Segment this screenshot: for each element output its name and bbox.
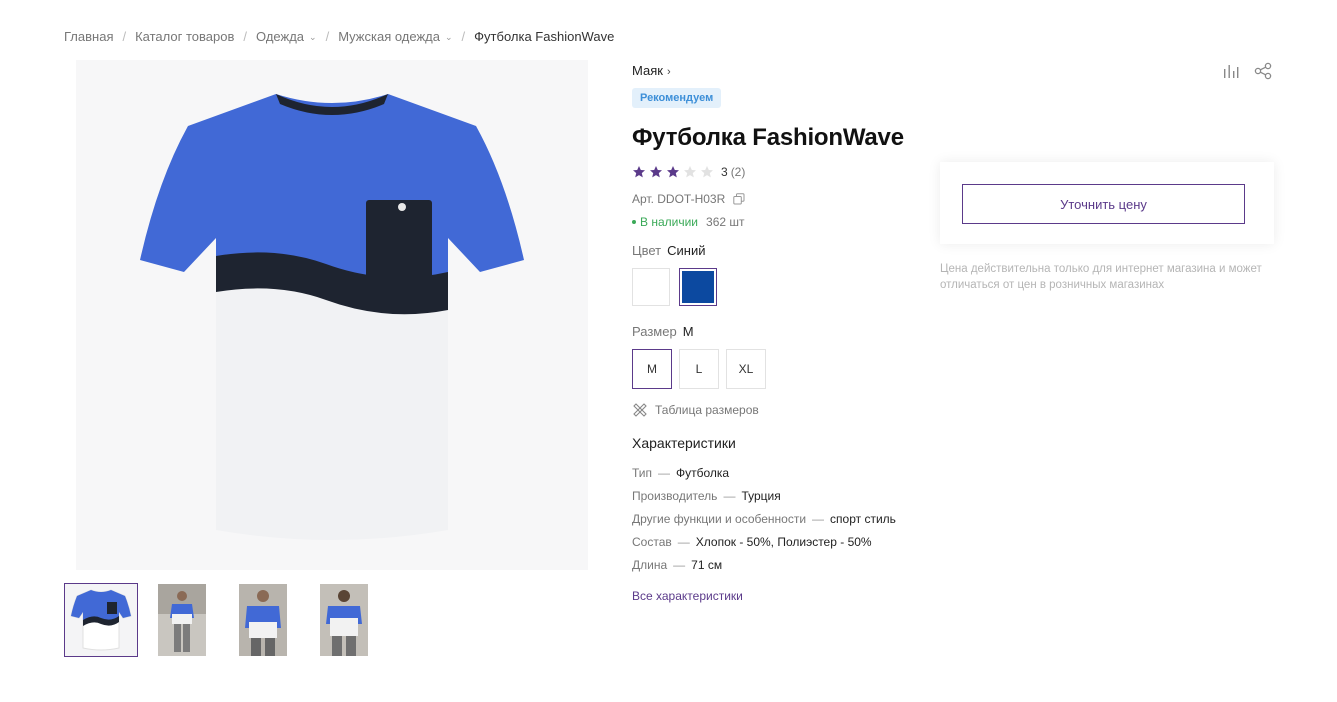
color-selected: Синий bbox=[667, 243, 706, 258]
request-price-button[interactable]: Уточнить цену bbox=[962, 184, 1245, 224]
thumbnail-1[interactable] bbox=[64, 583, 138, 657]
characteristic-row: Состав — Хлопок - 50%, Полиэстер - 50% bbox=[632, 535, 872, 549]
characteristic-row: Длина — 71 см bbox=[632, 558, 722, 572]
ruler-icon bbox=[633, 403, 647, 417]
size-chart-label: Таблица размеров bbox=[655, 403, 759, 417]
chevron-right-icon: › bbox=[666, 66, 671, 78]
size-label: Размер M bbox=[632, 324, 694, 339]
rating[interactable]: 3 (2) bbox=[632, 165, 745, 179]
stock-status: В наличии 362 шт bbox=[632, 215, 745, 229]
characteristic-row: Производитель — Турция bbox=[632, 489, 781, 503]
thumbnail-image bbox=[239, 584, 287, 656]
breadcrumb-current: Футболка FashionWave bbox=[474, 29, 615, 44]
characteristic-dash: — bbox=[658, 466, 671, 480]
chevron-down-icon[interactable]: ⌄ bbox=[445, 32, 453, 43]
color-swatch-fill bbox=[682, 271, 714, 303]
size-option-m[interactable]: M bbox=[632, 349, 672, 389]
color-swatch-white[interactable] bbox=[632, 268, 670, 306]
characteristic-value: Турция bbox=[741, 489, 781, 503]
product-title: Футболка FashionWave bbox=[632, 124, 904, 151]
characteristics-title: Характеристики bbox=[632, 435, 736, 451]
size-option-xl[interactable]: XL bbox=[726, 349, 766, 389]
characteristic-value: 71 см bbox=[691, 558, 723, 572]
characteristic-key: Другие функции и особенности bbox=[632, 512, 807, 526]
color-label: Цвет Синий bbox=[632, 243, 706, 258]
star-icon bbox=[684, 166, 696, 178]
breadcrumb-clothing[interactable]: Одежда ⌄ bbox=[256, 29, 317, 44]
size-selected: M bbox=[682, 324, 694, 339]
in-stock-dot bbox=[632, 220, 636, 224]
size-option-l[interactable]: L bbox=[679, 349, 719, 389]
characteristic-row: Тип — Футболка bbox=[632, 466, 729, 480]
star-icon bbox=[633, 166, 645, 178]
rating-count: (2) bbox=[730, 165, 746, 179]
size-label-text: Размер bbox=[632, 324, 677, 339]
color-swatch-blue[interactable] bbox=[679, 268, 717, 306]
brand-name: Маяк bbox=[632, 63, 663, 78]
characteristic-dash: — bbox=[673, 558, 686, 572]
breadcrumb-mens-label: Мужская одежда bbox=[338, 29, 440, 44]
characteristic-key: Состав bbox=[632, 535, 672, 549]
breadcrumb-separator: / bbox=[325, 29, 330, 44]
price-note: Цена действительна только для интернет м… bbox=[940, 263, 1262, 291]
breadcrumb: Главная / Каталог товаров / Одежда ⌄ / Му… bbox=[64, 29, 614, 44]
breadcrumb-separator: / bbox=[243, 29, 247, 44]
characteristic-value: Хлопок - 50%, Полиэстер - 50% bbox=[695, 535, 872, 549]
color-label-text: Цвет bbox=[632, 243, 662, 258]
thumbnail-4[interactable] bbox=[320, 584, 368, 656]
all-characteristics-link[interactable]: Все характеристики bbox=[632, 589, 743, 603]
rating-value: 3 bbox=[721, 165, 728, 179]
breadcrumb-home[interactable]: Главная bbox=[64, 29, 113, 44]
breadcrumb-separator: / bbox=[461, 29, 466, 44]
thumbnail-2[interactable] bbox=[158, 584, 206, 656]
tshirt-image bbox=[140, 94, 524, 540]
copy-icon[interactable] bbox=[733, 193, 745, 205]
chevron-down-icon[interactable]: ⌄ bbox=[309, 32, 317, 43]
thumbnail-image bbox=[158, 584, 206, 656]
characteristic-dash: — bbox=[812, 512, 825, 526]
sku-text: Арт. DDOT-H03R bbox=[632, 192, 726, 206]
sku: Арт. DDOT-H03R bbox=[632, 192, 745, 206]
star-icon bbox=[667, 166, 679, 178]
recommended-badge: Рекомендуем bbox=[632, 88, 722, 108]
characteristic-key: Длина bbox=[632, 558, 668, 572]
characteristic-key: Тип bbox=[632, 466, 653, 480]
breadcrumb-clothing-label: Одежда bbox=[256, 29, 305, 44]
characteristic-row: Другие функции и особенности — спорт стиль bbox=[632, 512, 896, 526]
breadcrumb-catalog[interactable]: Каталог товаров bbox=[135, 29, 234, 44]
brand-link[interactable]: Маяк › bbox=[632, 63, 671, 78]
characteristic-value: Футболка bbox=[676, 466, 730, 480]
characteristic-key: Производитель bbox=[632, 489, 718, 503]
product-main-image[interactable] bbox=[76, 60, 588, 570]
thumbnail-3[interactable] bbox=[239, 584, 287, 656]
characteristic-dash: — bbox=[677, 535, 690, 549]
share-icon[interactable] bbox=[1254, 62, 1272, 80]
thumbnail-image bbox=[65, 584, 137, 656]
thumbnail-image bbox=[320, 584, 368, 656]
characteristic-value: спорт стиль bbox=[830, 512, 896, 526]
stock-label: В наличии bbox=[640, 215, 699, 229]
stock-quantity: 362 шт bbox=[706, 215, 745, 229]
compare-icon[interactable] bbox=[1222, 62, 1240, 80]
breadcrumb-separator: / bbox=[122, 29, 127, 44]
characteristic-dash: — bbox=[723, 489, 736, 503]
star-icon bbox=[650, 166, 662, 178]
star-icon bbox=[701, 166, 713, 178]
size-chart-link[interactable]: Таблица размеров bbox=[632, 402, 759, 418]
breadcrumb-mens-clothing[interactable]: Мужская одежда ⌄ bbox=[338, 29, 452, 44]
